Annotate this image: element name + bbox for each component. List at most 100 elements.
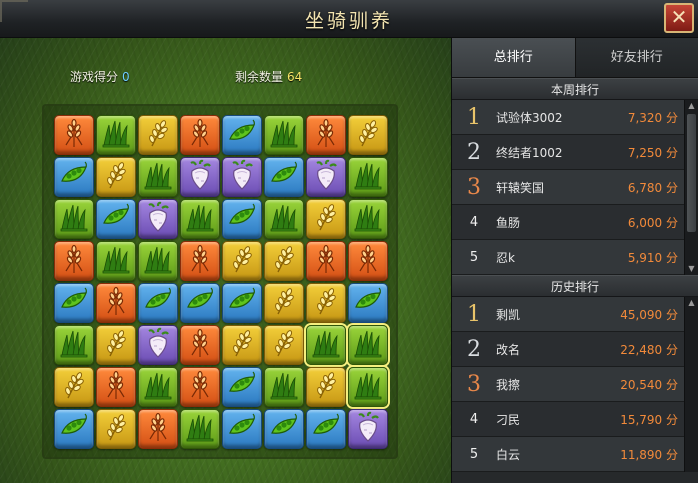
grass-tile[interactable] [138,367,178,407]
close-button[interactable]: ✕ [664,3,694,33]
radish-tile[interactable] [138,325,178,365]
grass-tile[interactable] [348,199,388,239]
weekly-scrollbar[interactable]: ▲ ▼ [684,100,698,275]
wheat-tile[interactable] [96,367,136,407]
grain-tile[interactable] [306,283,346,323]
grain-tile[interactable] [264,283,304,323]
scroll-up-arrow-icon[interactable]: ▲ [685,100,698,112]
grain-tile[interactable] [222,325,262,365]
pea-tile[interactable] [348,283,388,323]
grass-tile[interactable] [54,325,94,365]
wheat-tile[interactable] [180,325,220,365]
grass-tile[interactable] [96,241,136,281]
grass-icon [142,369,174,405]
wheat-tile[interactable] [348,241,388,281]
pea-tile[interactable] [264,409,304,449]
grass-icon [142,159,174,195]
grass-tile[interactable] [180,409,220,449]
grass-tile[interactable] [348,157,388,197]
pea-icon [226,369,258,405]
grass-tile[interactable] [264,115,304,155]
grass-tile[interactable] [138,157,178,197]
pea-tile[interactable] [222,283,262,323]
history-ranking-heading: 历史排行 [452,275,698,297]
pea-tile[interactable] [222,409,262,449]
pea-icon [268,411,300,447]
remaining-value: 64 [287,70,303,84]
tab-overall-ranking[interactable]: 总排行 [452,38,575,77]
wheat-icon [58,243,90,279]
grain-tile[interactable] [138,115,178,155]
scroll-down-arrow-icon[interactable]: ▼ [685,263,698,275]
wheat-tile[interactable] [54,241,94,281]
grain-tile[interactable] [96,409,136,449]
grass-tile[interactable] [348,325,388,365]
history-scrollbar[interactable]: ▲ [684,297,698,472]
pea-tile[interactable] [222,367,262,407]
wheat-tile[interactable] [180,367,220,407]
grass-tile[interactable] [96,115,136,155]
pea-tile[interactable] [180,283,220,323]
wheat-icon [184,327,216,363]
grass-icon [142,243,174,279]
radish-tile[interactable] [348,409,388,449]
grain-tile[interactable] [96,157,136,197]
radish-icon [352,411,384,447]
remaining-display: 剩余数量 64 [235,68,302,85]
wheat-tile[interactable] [54,115,94,155]
pea-tile[interactable] [54,409,94,449]
grass-icon [100,243,132,279]
rank-number: 4 [469,214,479,230]
pea-tile[interactable] [96,199,136,239]
grass-tile[interactable] [306,325,346,365]
grain-icon [100,327,132,363]
grain-icon [100,159,132,195]
grass-tile[interactable] [348,367,388,407]
rank-number: 1 [467,301,481,327]
grain-tile[interactable] [306,199,346,239]
player-name: 我擦 [496,377,521,392]
grain-tile[interactable] [264,241,304,281]
player-score: 7,320 分 [627,110,678,125]
pea-tile[interactable] [264,157,304,197]
grain-tile[interactable] [222,241,262,281]
grass-icon [268,369,300,405]
pea-tile[interactable] [54,283,94,323]
grain-icon [100,411,132,447]
grass-tile[interactable] [264,199,304,239]
grain-icon [58,369,90,405]
grain-tile[interactable] [348,115,388,155]
pea-tile[interactable] [222,115,262,155]
wheat-tile[interactable] [96,283,136,323]
radish-tile[interactable] [180,157,220,197]
grass-tile[interactable] [180,199,220,239]
pea-tile[interactable] [222,199,262,239]
scroll-up-arrow-icon[interactable]: ▲ [685,297,698,309]
grass-tile[interactable] [138,241,178,281]
scroll-thumb[interactable] [687,114,696,232]
tab-friends-ranking[interactable]: 好友排行 [574,38,698,77]
pea-tile[interactable] [138,283,178,323]
grain-tile[interactable] [96,325,136,365]
wheat-tile[interactable] [306,115,346,155]
grain-tile[interactable] [264,325,304,365]
grain-icon [268,327,300,363]
radish-tile[interactable] [222,157,262,197]
player-score: 6,000 分 [627,215,678,230]
grain-tile[interactable] [306,367,346,407]
grain-tile[interactable] [54,367,94,407]
pea-icon [268,159,300,195]
player-score: 7,250 分 [627,145,678,160]
radish-tile[interactable] [306,157,346,197]
wheat-tile[interactable] [138,409,178,449]
radish-tile[interactable] [138,199,178,239]
player-name: 改名 [496,342,521,357]
pea-tile[interactable] [54,157,94,197]
wheat-tile[interactable] [180,115,220,155]
pea-tile[interactable] [306,409,346,449]
grass-icon [352,369,384,405]
grass-tile[interactable] [54,199,94,239]
grass-tile[interactable] [264,367,304,407]
wheat-tile[interactable] [306,241,346,281]
wheat-tile[interactable] [180,241,220,281]
